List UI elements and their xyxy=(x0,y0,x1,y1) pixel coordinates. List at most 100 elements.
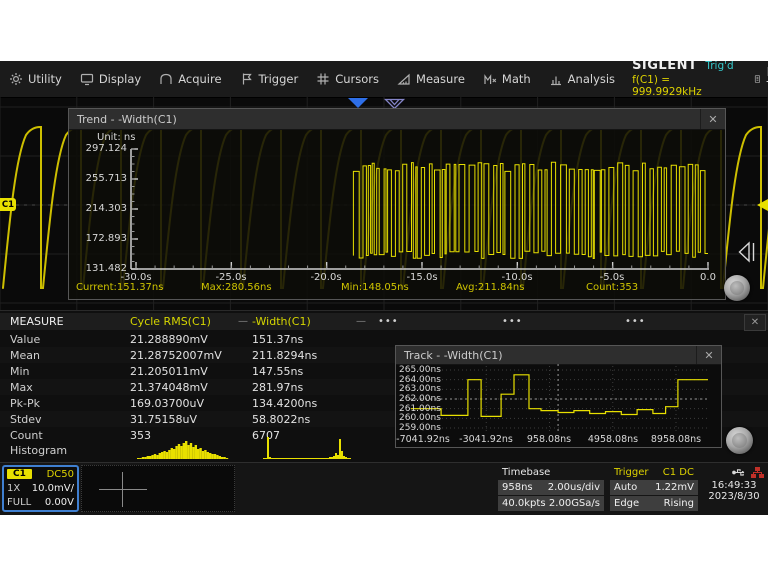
channel-c1-box[interactable]: C1 DC50 1X 10.0mV/ FULL 0.00V xyxy=(2,465,79,512)
trend-stat-avg: Avg:211.84ns xyxy=(456,282,524,293)
minimize-icon[interactable]: — xyxy=(356,316,366,327)
menu-item-label: Trigger xyxy=(259,72,299,86)
brand-status-block: SIGLENT Trig'd f(C1) = 999.9929kHz xyxy=(624,61,742,97)
minimize-icon[interactable]: — xyxy=(238,316,248,327)
oscilloscope-display: Utility Display Acquire Trigger Cursors xyxy=(0,61,768,515)
timebase-delay: 958ns xyxy=(502,482,533,493)
menu-item-trigger[interactable]: Trigger xyxy=(231,61,308,97)
display-icon xyxy=(80,72,94,86)
menu-item-label: Analysis xyxy=(568,72,615,86)
track-xtick: 8958.08ns xyxy=(644,434,708,445)
menu-item-acquire[interactable]: Acquire xyxy=(150,61,230,97)
trigger-source: C1 DC xyxy=(663,467,694,478)
flag-icon xyxy=(240,72,254,86)
trigger-mode: Auto xyxy=(614,482,637,493)
trend-window-titlebar[interactable]: Trend - -Width(C1) ✕ xyxy=(69,109,725,130)
channel-offset: 0.00V xyxy=(45,497,74,508)
add-measurement-icon[interactable]: ••• xyxy=(502,316,523,327)
measure-column-cycle-rms[interactable]: Cycle RMS(C1) xyxy=(130,315,211,328)
menu-item-utility[interactable]: Utility xyxy=(0,61,71,97)
trigger-position-indicator[interactable] xyxy=(348,98,368,108)
track-ytick: 261.00ns xyxy=(399,404,445,414)
measure-trend-icon xyxy=(754,72,761,86)
menu-item-measure-trend[interactable]: Measure Trend xyxy=(742,61,768,97)
track-ytick: 262.00ns xyxy=(399,394,445,404)
track-ytick: 263.00ns xyxy=(399,384,445,394)
channel-c1-marker[interactable]: C1 xyxy=(0,198,16,211)
channel-attenuation: 1X xyxy=(7,483,20,494)
trigger-level: 1.22mV xyxy=(655,482,694,493)
add-measurement-icon[interactable]: ••• xyxy=(378,316,399,327)
menu-item-math[interactable]: Math xyxy=(474,61,540,97)
menu-item-label: Cursors xyxy=(335,72,379,86)
menu-bar: Utility Display Acquire Trigger Cursors xyxy=(0,61,768,98)
analysis-icon xyxy=(549,72,563,86)
add-measurement-icon[interactable]: ••• xyxy=(625,316,646,327)
lan-icon xyxy=(751,467,764,478)
track-window-titlebar[interactable]: Track - -Width(C1) ✕ xyxy=(396,346,721,365)
measure-header-row: MEASURE Cycle RMS(C1) — -Width(C1) — •••… xyxy=(0,313,768,330)
trigger-title: Trigger xyxy=(614,467,649,478)
clock-date: 2023/8/30 xyxy=(702,491,766,502)
track-xtick: 958.08ns xyxy=(517,434,581,445)
menu-item-measure[interactable]: Measure xyxy=(388,61,474,97)
menu-item-label: Display xyxy=(99,72,141,86)
track-xtick: 4958.08ns xyxy=(581,434,645,445)
close-icon[interactable]: ✕ xyxy=(700,109,725,129)
close-icon[interactable]: ✕ xyxy=(744,314,766,331)
measure-column-width[interactable]: -Width(C1) xyxy=(252,315,311,328)
cursors-icon xyxy=(316,72,330,86)
channel-name-badge: C1 xyxy=(7,469,32,479)
timebase-title: Timebase xyxy=(502,467,550,478)
crosshair-icon xyxy=(122,472,123,507)
track-ytick: 260.00ns xyxy=(399,413,445,423)
close-icon[interactable]: ✕ xyxy=(696,346,721,364)
waveform-preview-box[interactable] xyxy=(81,465,235,512)
track-ytick: 259.00ns xyxy=(399,423,445,433)
timebase-box[interactable]: Timebase 958ns 2.00us/div 40.0kpts2.00GSa… xyxy=(498,465,604,511)
track-window-drag-handle[interactable] xyxy=(726,427,753,454)
menu-item-label: Utility xyxy=(28,72,62,86)
menu-item-cursors[interactable]: Cursors xyxy=(307,61,388,97)
channel-scale: 10.0mV/ xyxy=(32,483,74,494)
collapse-panel-icon[interactable] xyxy=(736,239,758,265)
menu-item-label: Measure xyxy=(416,72,465,86)
trigger-slope: Rising xyxy=(664,498,694,509)
trend-stat-count: Count:353 xyxy=(586,282,638,293)
channel-bandwidth: FULL xyxy=(7,497,31,508)
trend-stat-max: Max:280.56ns xyxy=(201,282,272,293)
math-icon xyxy=(483,72,497,86)
gear-icon xyxy=(9,72,23,86)
menu-item-analysis[interactable]: Analysis xyxy=(540,61,624,97)
timebase-scale: 2.00us/div xyxy=(548,482,600,493)
timebase-sample-rate: 2.00GSa/s xyxy=(549,498,600,509)
acquire-icon xyxy=(159,72,173,86)
menu-item-label: Math xyxy=(502,72,531,86)
track-window: Track - -Width(C1) ✕ 265.00ns 264.00ns 2… xyxy=(395,345,722,448)
trend-window-drag-handle[interactable] xyxy=(724,275,750,301)
measure-panel-title: MEASURE xyxy=(10,315,64,328)
siglent-logo: SIGLENT xyxy=(632,61,697,74)
trigger-level-arrow[interactable] xyxy=(757,199,768,211)
trend-window: Trend - -Width(C1) ✕ Unit: ns 297.124 25… xyxy=(68,108,726,300)
trend-stat-min: Min:148.05ns xyxy=(341,282,409,293)
trigger-box[interactable]: Trigger C1 DC Auto 1.22mV Edge Rising xyxy=(610,465,698,511)
clock-time: 16:49:33 xyxy=(702,480,766,491)
trigger-status: Trig'd xyxy=(705,61,733,73)
track-window-title: Track - -Width(C1) xyxy=(396,349,696,362)
clock-box: 16:49:33 2023/8/30 xyxy=(702,465,766,512)
channel-coupling: DC50 xyxy=(47,469,74,480)
track-xtick: -7041.92ns xyxy=(391,434,455,445)
trend-window-title: Trend - -Width(C1) xyxy=(69,113,700,126)
status-bar: C1 DC50 1X 10.0mV/ FULL 0.00V Timebase 9… xyxy=(0,462,768,515)
menu-item-display[interactable]: Display xyxy=(71,61,150,97)
usb-icon xyxy=(732,467,746,478)
trend-stat-current: Current:151.37ns xyxy=(76,282,163,293)
oscilloscope-screenshot: Utility Display Acquire Trigger Cursors xyxy=(0,0,768,576)
track-xtick: -3041.92ns xyxy=(454,434,518,445)
timebase-memory: 40.0kpts xyxy=(502,498,546,509)
trigger-type: Edge xyxy=(614,498,639,509)
track-ytick: 265.00ns xyxy=(399,365,445,375)
frequency-counter: f(C1) = 999.9929kHz xyxy=(632,74,734,98)
crosshair-icon xyxy=(99,489,147,490)
